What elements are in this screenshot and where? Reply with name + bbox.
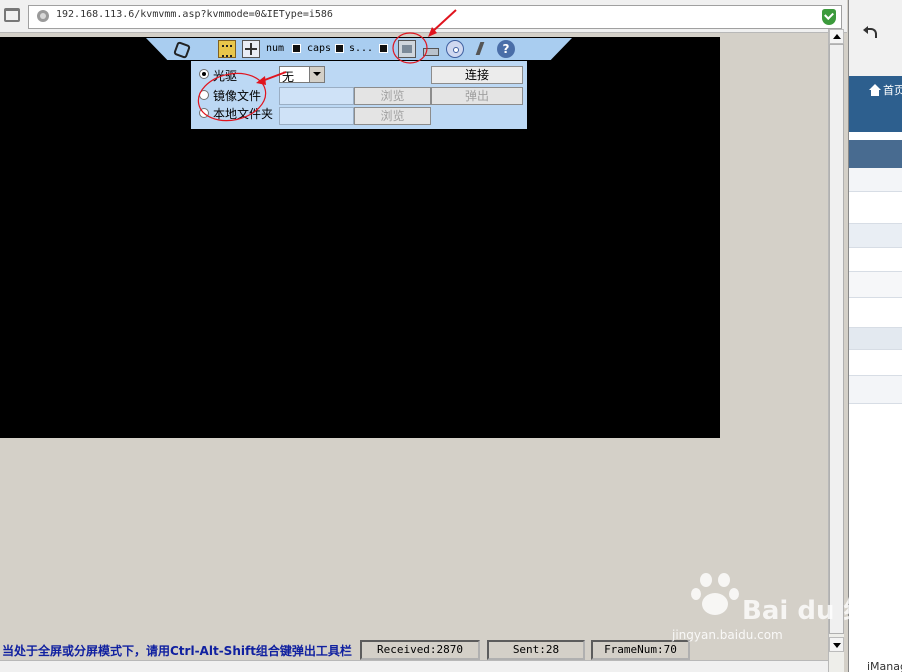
- background-window-toolbar: [849, 0, 902, 76]
- list-item: [849, 192, 902, 224]
- undo-icon[interactable]: [863, 26, 877, 38]
- eject-button[interactable]: 弹出: [431, 87, 523, 105]
- background-window-footer-text: iManage: [867, 660, 902, 672]
- power-icon[interactable]: [472, 40, 490, 58]
- disk-drive-icon[interactable]: [422, 40, 440, 58]
- received-counter: Received:2870: [360, 640, 480, 660]
- drive-select-value: 无: [282, 70, 295, 84]
- sent-counter: Sent:28: [487, 640, 585, 660]
- watermark-brand-text: Bai du 经验: [742, 596, 896, 626]
- virtual-media-icon[interactable]: [398, 40, 416, 58]
- scroll-up-arrow-icon[interactable]: [829, 29, 844, 44]
- image-file-radio[interactable]: [199, 90, 209, 100]
- security-shield-icon[interactable]: [822, 9, 836, 25]
- caps-lock-label: caps: [307, 43, 332, 54]
- local-folder-label: 本地文件夹: [213, 107, 274, 121]
- kvm-toolbar: num caps s... ?: [146, 38, 572, 60]
- num-lock-indicator[interactable]: [292, 44, 301, 53]
- frame-counter: FrameNum:70: [591, 640, 690, 660]
- list-item: [849, 168, 902, 192]
- list-item: [849, 376, 902, 404]
- url-field[interactable]: 192.168.113.6/kvmvmm.asp?kvmmode=0&IETyp…: [28, 5, 842, 29]
- cd-icon[interactable]: [446, 40, 464, 58]
- background-window-nav: 首页: [849, 76, 902, 132]
- image-file-label: 镜像文件: [213, 89, 262, 103]
- globe-icon: [37, 10, 49, 22]
- list-item: [849, 272, 902, 298]
- keyboard-icon[interactable]: [218, 40, 236, 58]
- url-text[interactable]: 192.168.113.6/kvmvmm.asp?kvmmode=0&IETyp…: [56, 9, 333, 20]
- browser-window-icon[interactable]: [4, 8, 20, 22]
- local-folder-radio[interactable]: [199, 108, 209, 118]
- baidu-watermark-logo: Bai du 经验: [690, 570, 896, 630]
- optical-drive-radio[interactable]: [199, 69, 209, 79]
- horizontal-scrollbar[interactable]: [0, 660, 828, 672]
- scroll-lock-indicator[interactable]: [379, 44, 388, 53]
- background-window: 首页 iManage: [848, 0, 902, 672]
- list-item: [849, 328, 902, 350]
- list-item: [849, 298, 902, 328]
- browse-folder-button[interactable]: 浏览: [354, 107, 431, 125]
- list-item: [849, 350, 902, 376]
- plug-icon[interactable]: [172, 40, 190, 58]
- drive-select[interactable]: 无: [279, 66, 325, 84]
- num-lock-label: num: [266, 43, 285, 54]
- caps-lock-indicator[interactable]: [335, 44, 344, 53]
- paw-icon: [691, 573, 739, 615]
- chevron-down-icon[interactable]: [309, 67, 324, 82]
- local-folder-path-input[interactable]: [279, 107, 354, 125]
- virtual-media-panel: 光驱 镜像文件 本地文件夹 无 浏览 浏览 连接 弹出: [191, 61, 527, 129]
- browse-image-button[interactable]: 浏览: [354, 87, 431, 105]
- connect-button[interactable]: 连接: [431, 66, 523, 84]
- scroll-lock-label: s...: [349, 43, 374, 54]
- watermark-url-text: jingyan.baidu.com: [672, 628, 783, 642]
- move-icon[interactable]: [242, 40, 260, 58]
- scroll-down-arrow-icon[interactable]: [829, 637, 844, 652]
- address-bar: 192.168.113.6/kvmvmm.asp?kvmmode=0&IETyp…: [0, 0, 847, 33]
- list-item: [849, 248, 902, 272]
- list-item: [849, 224, 902, 248]
- help-icon[interactable]: ?: [497, 40, 515, 58]
- background-window-header: [849, 140, 902, 168]
- image-file-path-input[interactable]: [279, 87, 354, 105]
- scroll-thumb[interactable]: [829, 44, 844, 634]
- home-label[interactable]: 首页: [883, 82, 902, 98]
- optical-drive-label: 光驱: [213, 69, 238, 83]
- home-icon[interactable]: [869, 84, 881, 96]
- status-hint-text: 当处于全屏或分屏模式下，请用Ctrl-Alt-Shift组合键弹出工具栏: [2, 644, 352, 658]
